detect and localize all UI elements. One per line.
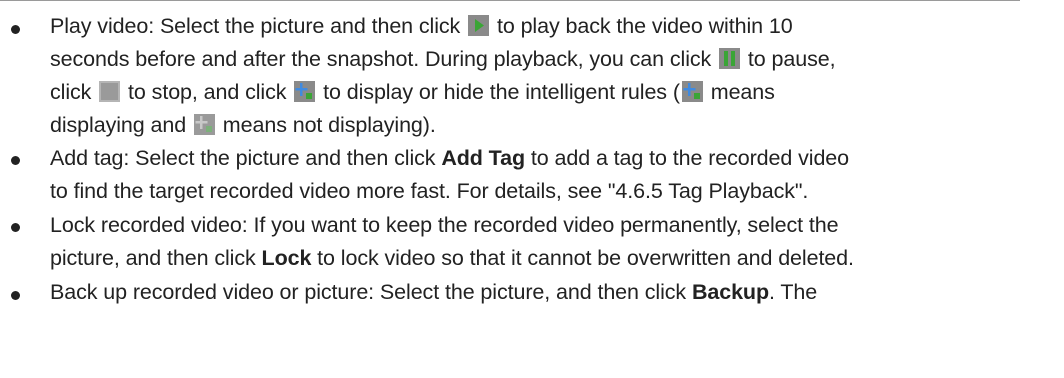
text-run: to pause, [742,47,836,71]
text-line: seconds before and after the snapshot. D… [50,43,836,76]
backup-label: Backup [691,280,770,304]
text-line: Add tag: Select the picture and then cli… [50,142,849,175]
bullet-dot [11,156,20,165]
intelligent-rules-off-icon [193,113,215,135]
text-run: to lock video so that it cannot be overw… [311,246,854,270]
text-run: click [50,80,98,104]
text-run: to find the target recorded video more f… [50,179,809,203]
text-run: seconds before and after the snapshot. D… [50,47,718,71]
text-run: to display or hide the intelligent rules… [317,80,680,104]
text-line: to find the target recorded video more f… [50,175,808,208]
intelligent-rules-icon [681,80,703,102]
bullet-dot [11,291,20,300]
text-line: displaying and means not displaying). [50,109,436,142]
text-line: picture, and then click Lock to lock vid… [50,242,854,275]
text-run: . The [769,280,818,304]
bullet-dot [11,25,20,34]
pause-icon[interactable] [719,47,741,69]
text-run: Lock recorded video: If you want to keep… [50,213,839,237]
text-run: to add a tag to the recorded video [525,146,850,170]
text-run: Back up recorded video or picture: Selec… [50,280,692,304]
lock-label: Lock [261,246,312,270]
text-run: means [704,80,775,104]
text-run: Play video: Select the picture and then … [50,14,467,38]
text-line: click to stop, and click to display or h… [50,76,775,109]
text-run: to play back the video within 10 [491,14,793,38]
text-line: Back up recorded video or picture: Selec… [50,276,817,309]
intelligent-rules-icon[interactable] [294,80,316,102]
document-page: Play video: Select the picture and then … [0,0,1064,378]
stop-icon[interactable] [99,80,121,102]
play-icon[interactable] [468,14,490,36]
text-run: means not displaying). [216,113,436,137]
text-run: picture, and then click [50,246,262,270]
bullet-dot [11,223,20,232]
text-line: Lock recorded video: If you want to keep… [50,209,839,242]
header-divider [0,0,1020,1]
text-run: Add tag: Select the picture and then cli… [50,146,442,170]
add-tag-label: Add Tag [441,146,526,170]
text-line: Play video: Select the picture and then … [50,10,793,43]
text-run: to stop, and click [122,80,293,104]
text-run: displaying and [50,113,192,137]
